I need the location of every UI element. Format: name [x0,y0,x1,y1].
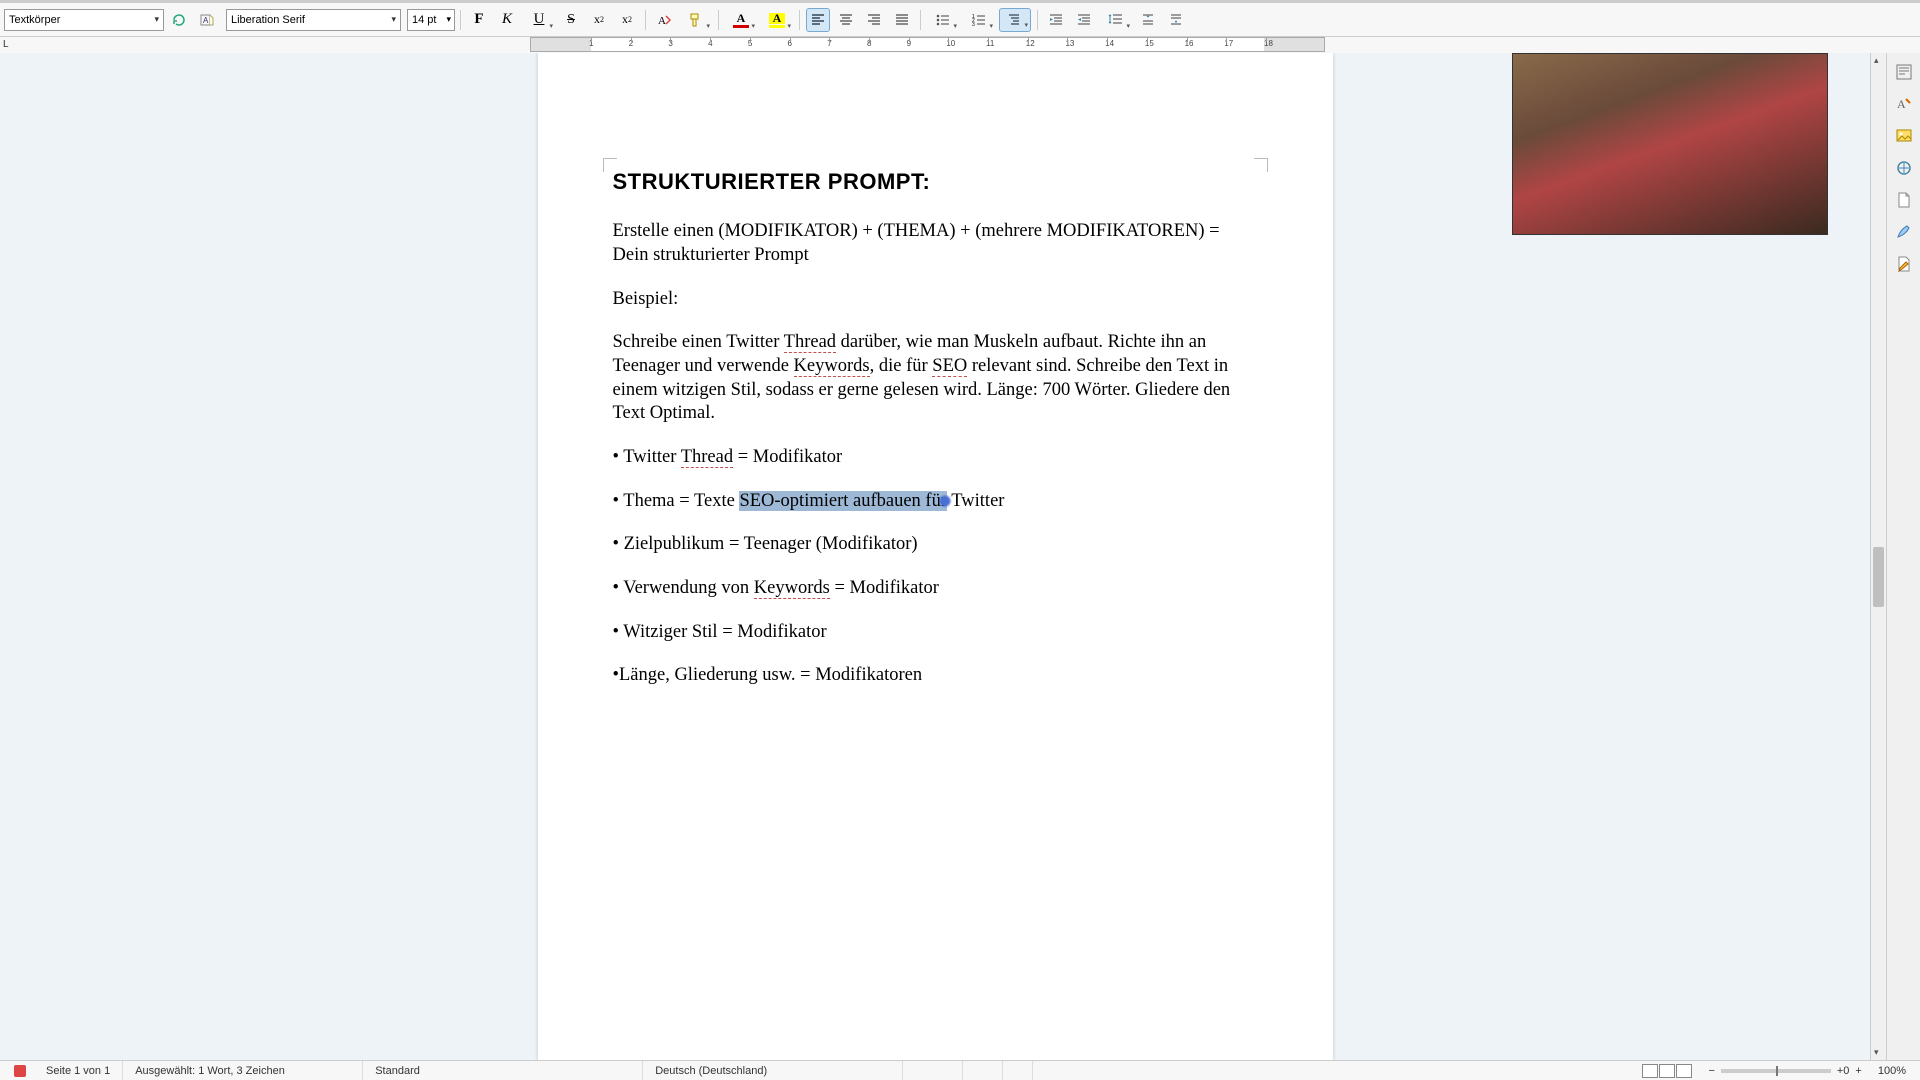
font-color-button[interactable]: A [725,8,757,32]
line-spacing-button[interactable] [1100,8,1132,32]
update-style-button[interactable] [167,8,191,32]
zoom-center-label: +0 [1837,1065,1850,1077]
align-justify-button[interactable] [890,8,914,32]
superscript-button[interactable]: x2 [587,8,611,32]
formatting-toolbar: Textkörper A Liberation Serif 14 pt F K … [0,3,1920,37]
align-right-button[interactable] [862,8,886,32]
strike-button[interactable]: S [559,8,583,32]
gallery-panel-icon[interactable] [1893,125,1915,147]
paragraph-style-select[interactable]: Textkörper [4,9,164,31]
bullet-2: • Thema = Texte SEO-optimiert aufbauen f… [613,490,1258,514]
para-example-text: Schreibe einen Twitter Thread darüber, w… [613,331,1258,426]
clone-format-button[interactable] [680,8,712,32]
svg-text:A: A [203,16,209,25]
font-name-select[interactable]: Liberation Serif [226,9,401,31]
clear-format-button[interactable]: A [652,8,676,32]
svg-text:3: 3 [972,22,975,28]
svg-text:A: A [658,15,666,27]
selection-info-cell: Ausgewählt: 1 Wort, 3 Zeichen [123,1061,363,1080]
indent-decrease-button[interactable] [1072,8,1096,32]
para-formula: Erstelle einen (MODIFIKATOR) + (THEMA) +… [613,220,1258,267]
underline-button[interactable]: U [523,8,555,32]
insert-mode-cell[interactable] [903,1061,963,1080]
bullet-6: •Länge, Gliederung usw. = Modifikatoren [613,664,1258,688]
view-layout-buttons[interactable] [1634,1064,1700,1078]
font-size-select[interactable]: 14 pt [407,9,455,31]
para-space-decrease-button[interactable] [1164,8,1188,32]
language-cell[interactable]: Deutsch (Deutschland) [643,1061,903,1080]
outline-list-button[interactable] [999,8,1031,32]
bullet-5: • Witziger Stil = Modifikator [613,621,1258,645]
save-indicator-icon[interactable] [14,1065,26,1077]
scroll-thumb[interactable] [1873,547,1884,607]
signature-cell[interactable] [1003,1061,1033,1080]
properties-panel-icon[interactable] [1893,61,1915,83]
style-inspector-icon[interactable] [1893,221,1915,243]
tab-stop-char[interactable]: L [3,39,9,50]
para-space-increase-button[interactable] [1136,8,1160,32]
horizontal-ruler[interactable]: 123456789101112131415161718 [530,37,1325,52]
bullet-3: • Zielpublikum = Teenager (Modifikator) [613,533,1258,557]
right-sidebar: A [1886,53,1920,1060]
webcam-overlay [1512,53,1828,235]
bullet-1: • Twitter Thread = Modifikator [613,446,1258,470]
numbered-list-button[interactable]: 123 [963,8,995,32]
styles-panel-icon[interactable]: A [1893,93,1915,115]
vertical-scrollbar[interactable]: ▴ ▾ [1870,53,1886,1060]
highlight-color-button[interactable]: A [761,8,793,32]
page-count-cell[interactable]: Seite 1 von 1 [34,1061,123,1080]
zoom-out-button[interactable]: − [1708,1065,1714,1077]
heading-title: STRUKTURIERTER PROMPT: [613,168,1258,196]
italic-button[interactable]: K [495,8,519,32]
status-bar: Seite 1 von 1 Ausgewählt: 1 Wort, 3 Zeic… [0,1060,1920,1080]
zoom-in-button[interactable]: + [1855,1065,1861,1077]
new-style-button[interactable]: A [195,8,219,32]
zoom-slider[interactable] [1721,1069,1831,1073]
zoom-percent[interactable]: 100% [1878,1065,1906,1077]
align-center-button[interactable] [834,8,858,32]
bold-button[interactable]: F [467,8,491,32]
page: STRUKTURIERTER PROMPT: Erstelle einen (M… [538,53,1333,1060]
manage-changes-icon[interactable] [1893,253,1915,275]
para-beispiel: Beispiel: [613,288,1258,312]
indent-increase-button[interactable] [1044,8,1068,32]
svg-text:A: A [1897,97,1906,111]
subscript-button[interactable]: x2 [615,8,639,32]
navigator-panel-icon[interactable] [1893,157,1915,179]
page-style-cell[interactable]: Standard [363,1061,643,1080]
text-selection: SEO-optimiert aufbauen für [739,491,947,511]
bullet-4: • Verwendung von Keywords = Modifikator [613,577,1258,601]
selection-mode-cell[interactable] [963,1061,1003,1080]
document-area[interactable]: STRUKTURIERTER PROMPT: Erstelle einen (M… [0,53,1870,1060]
page-panel-icon[interactable] [1893,189,1915,211]
bullet-list-button[interactable] [927,8,959,32]
align-left-button[interactable] [806,8,830,32]
horizontal-ruler-area: L 123456789101112131415161718 [0,37,1920,53]
